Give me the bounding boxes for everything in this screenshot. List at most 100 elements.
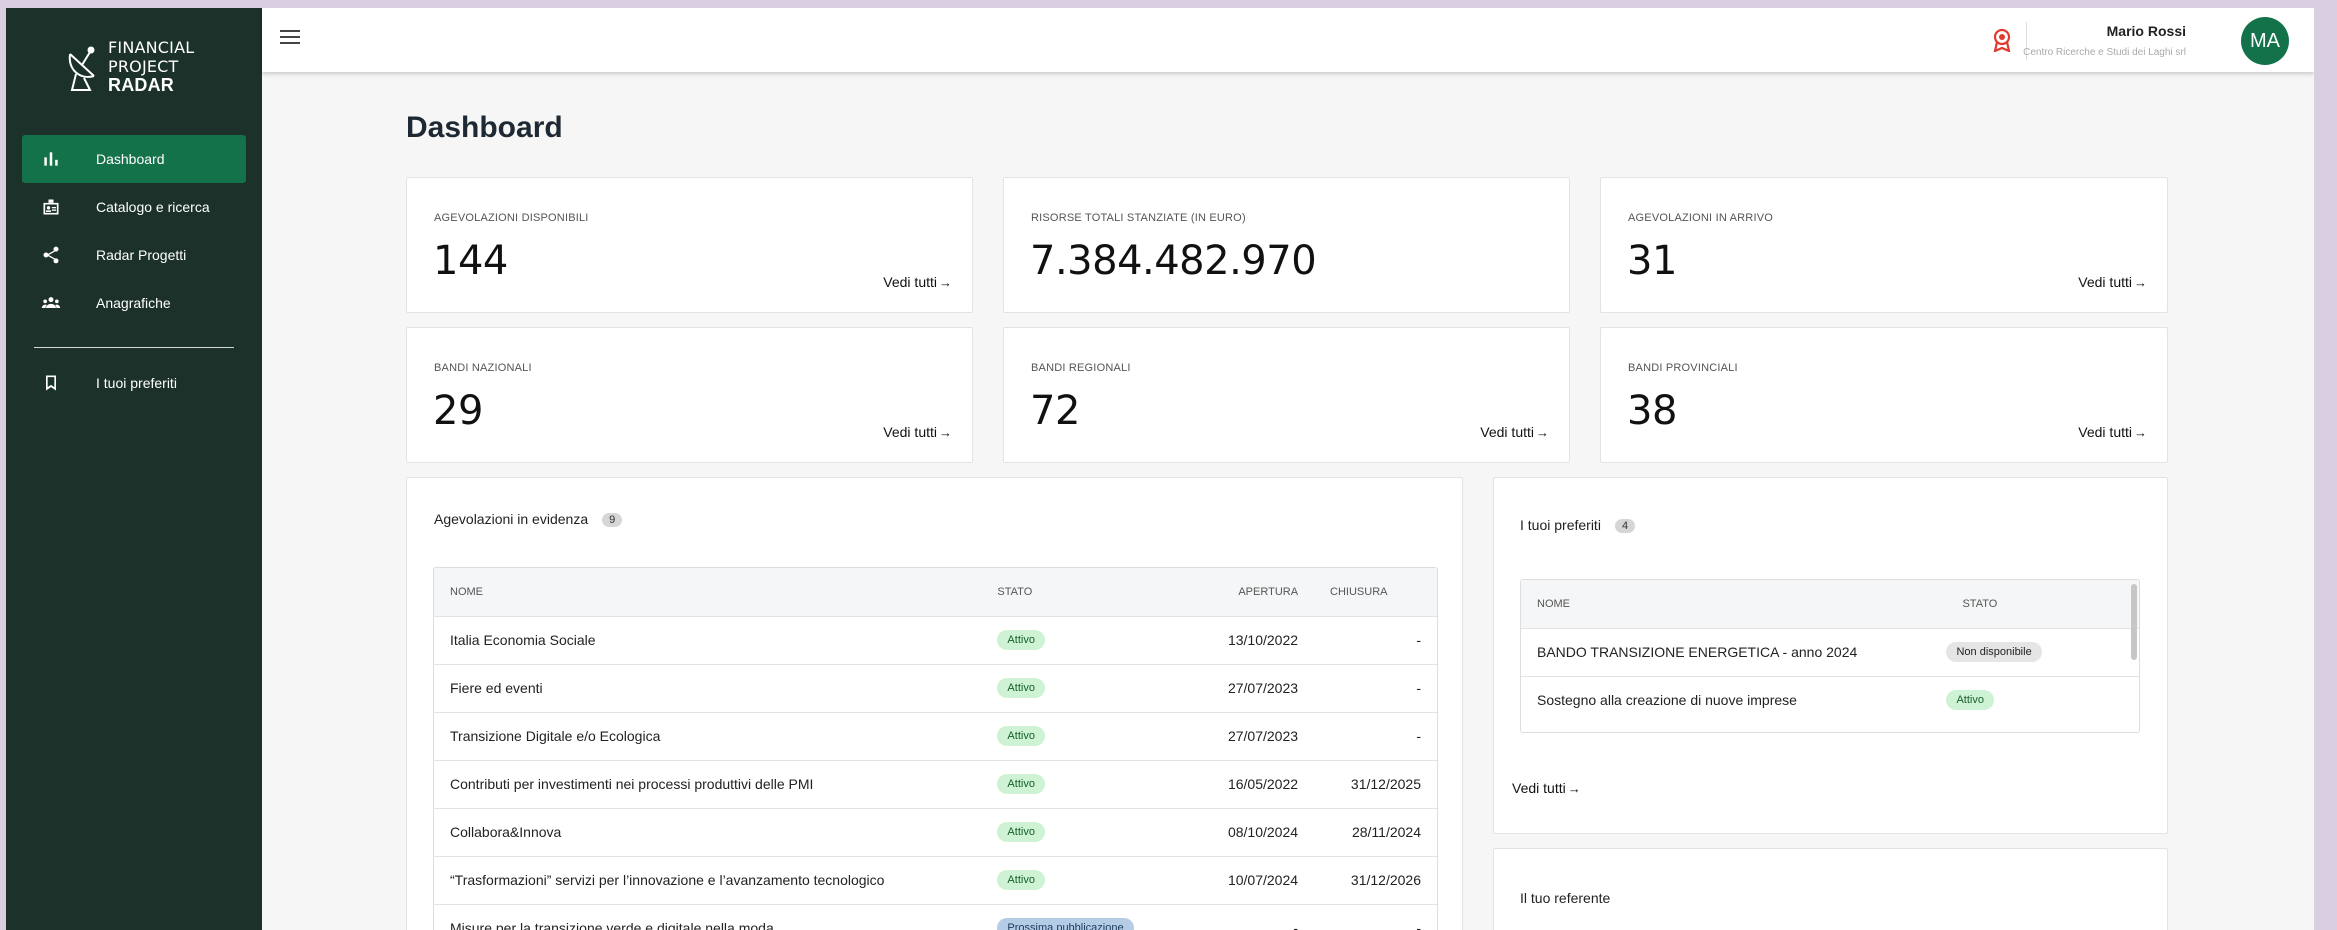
referent-title: Il tuo referente: [1520, 890, 1611, 906]
grant-name[interactable]: Collabora&Innova: [434, 807, 982, 856]
favorite-name[interactable]: Sostegno alla creazione di nuove imprese: [1521, 675, 1947, 724]
arrow-right-icon: →: [939, 425, 952, 440]
table-row[interactable]: Collabora&Innova Attivo 08/10/2024 28/11/20…: [434, 807, 1437, 856]
stat-value: 38: [1627, 388, 1677, 434]
status-badge: Attivo: [1946, 690, 1994, 711]
arrow-right-icon: →: [939, 275, 952, 290]
column-header[interactable]: NOME: [1521, 580, 1946, 628]
grant-name[interactable]: Misure per la transizione verde e digita…: [434, 903, 982, 930]
view-all-link[interactable]: Vedi tutti →: [1512, 780, 1581, 796]
table-row[interactable]: Fiere ed eventi Attivo 27/07/2023-: [434, 663, 1437, 712]
grant-name[interactable]: “Trasformazioni” servizi per l’innovazio…: [434, 855, 982, 904]
grant-name[interactable]: Italia Economia Sociale: [434, 615, 982, 664]
featured-table: NOME STATO APERTURA CHIUSURA Italia Econ…: [433, 567, 1438, 930]
status-badge: Attivo: [997, 678, 1045, 698]
view-all-link[interactable]: Vedi tutti →: [883, 424, 952, 440]
opening-date: 27/07/2023: [1194, 663, 1315, 712]
column-header[interactable]: CHIUSURA: [1314, 568, 1437, 616]
opening-date: 10/07/2024: [1194, 855, 1315, 904]
menu-icon[interactable]: [280, 30, 300, 46]
favorites-title: I tuoi preferiti 4: [1520, 517, 1636, 533]
sidebar-item-label: Dashboard: [96, 151, 165, 167]
column-header[interactable]: STATO: [981, 568, 1194, 616]
column-header[interactable]: APERTURA: [1194, 568, 1314, 616]
sidebar-item-preferiti[interactable]: I tuoi preferiti: [22, 359, 246, 407]
stat-card-bandi-provinciali: BANDI PROVINCIALI 38 Vedi tutti →: [1600, 327, 2168, 463]
featured-grants-card: Agevolazioni in evidenza 9 NOME STATO APE…: [406, 477, 1463, 930]
view-all-link[interactable]: Vedi tutti →: [883, 274, 952, 290]
stat-label: AGEVOLAZIONI IN ARRIVO: [1628, 212, 1773, 224]
table-row[interactable]: Sostegno alla creazione di nuove imprese…: [1521, 675, 2139, 724]
sidebar-item-anagrafiche[interactable]: Anagrafiche: [22, 279, 246, 327]
opening-date: 27/07/2023: [1194, 711, 1315, 760]
column-header[interactable]: STATO: [1946, 580, 2139, 628]
closing-date: 28/11/2024: [1314, 807, 1437, 856]
award-icon[interactable]: [1991, 28, 2013, 52]
satellite-dish-icon: [68, 46, 95, 91]
view-all-link[interactable]: Vedi tutti →: [2078, 274, 2147, 290]
avatar[interactable]: MA: [2241, 17, 2289, 65]
table-header-row: NOME STATO APERTURA CHIUSURA: [434, 568, 1437, 616]
status-badge: Attivo: [997, 774, 1045, 794]
grant-name[interactable]: Fiere ed eventi: [434, 663, 982, 712]
closing-date: 31/12/2026: [1314, 855, 1437, 904]
table-row[interactable]: Misure per la transizione verde e digita…: [434, 903, 1437, 930]
table-row[interactable]: “Trasformazioni” servizi per l’innovazio…: [434, 855, 1437, 904]
share-icon: [40, 244, 62, 266]
stat-value: 7.384.482.970: [1030, 238, 1317, 284]
status-badge: Prossima pubblicazione: [997, 918, 1134, 930]
scrollbar[interactable]: [2131, 584, 2137, 660]
table-header-row: NOME STATO: [1521, 580, 2139, 628]
page-title: Dashboard: [406, 111, 563, 144]
table-row[interactable]: Italia Economia Sociale Attivo 13/10/2022-: [434, 615, 1437, 664]
favorites-table: NOME STATO BANDO TRANSIZIONE ENERGETICA …: [1520, 579, 2140, 733]
stat-card-bandi-nazionali: BANDI NAZIONALI 29 Vedi tutti →: [406, 327, 973, 463]
stat-card-agevolazioni-in-arrivo: AGEVOLAZIONI IN ARRIVO 31 Vedi tutti →: [1600, 177, 2168, 313]
arrow-right-icon: →: [2134, 275, 2147, 290]
app-window: FINANCIAL PROJECT RADAR Dashboard Catalo…: [6, 8, 2314, 930]
arrow-right-icon: →: [1567, 781, 1581, 796]
closing-date: -: [1314, 663, 1437, 712]
user-name[interactable]: Mario Rossi: [2107, 23, 2186, 39]
sidebar-item-dashboard[interactable]: Dashboard: [22, 135, 246, 183]
sidebar-nav: Dashboard Catalogo e ricerca Radar Proge…: [22, 135, 246, 407]
status-badge: Attivo: [997, 630, 1045, 650]
stat-card-risorse-totali: RISORSE TOTALI STANZIATE (IN EURO) 7.384…: [1003, 177, 1570, 313]
status-badge: Non disponibile: [1946, 642, 2042, 662]
stat-label: RISORSE TOTALI STANZIATE (IN EURO): [1031, 212, 1246, 224]
sidebar-item-catalogo[interactable]: Catalogo e ricerca: [22, 183, 246, 231]
stat-value: 144: [433, 238, 508, 284]
app-logo[interactable]: FINANCIAL PROJECT RADAR: [64, 38, 194, 95]
closing-date: -: [1314, 903, 1437, 930]
sidebar-item-label: I tuoi preferiti: [96, 375, 177, 391]
favorites-card: I tuoi preferiti 4 NOME STATO BANDO TRANS…: [1493, 477, 2168, 834]
closing-date: 31/12/2025: [1314, 759, 1437, 808]
people-icon: [40, 292, 62, 314]
opening-date: 13/10/2022: [1194, 615, 1315, 664]
grant-name[interactable]: Transizione Digitale e/o Ecologica: [434, 711, 982, 760]
status-badge: Attivo: [997, 726, 1045, 746]
sidebar: FINANCIAL PROJECT RADAR Dashboard Catalo…: [6, 8, 262, 930]
grant-name[interactable]: Contributi per investimenti nei processi…: [434, 759, 982, 808]
table-row[interactable]: Contributi per investimenti nei processi…: [434, 759, 1437, 808]
bar-chart-icon: [40, 148, 62, 170]
stat-label: AGEVOLAZIONI DISPONIBILI: [434, 212, 589, 224]
bookmark-icon: [40, 372, 62, 394]
user-organization: Centro Ricerche e Studi dei Laghi srl: [2023, 47, 2186, 58]
column-header[interactable]: NOME: [434, 568, 981, 616]
sidebar-divider: [34, 347, 234, 348]
view-all-link[interactable]: Vedi tutti →: [2078, 424, 2147, 440]
stat-label: BANDI NAZIONALI: [434, 362, 532, 374]
stat-label: BANDI REGIONALI: [1031, 362, 1131, 374]
table-row[interactable]: BANDO TRANSIZIONE ENERGETICA - anno 2024…: [1521, 627, 2139, 676]
status-badge: Attivo: [997, 822, 1045, 842]
view-all-link[interactable]: Vedi tutti →: [1480, 424, 1549, 440]
opening-date: 08/10/2024: [1194, 807, 1315, 856]
opening-date: -: [1194, 903, 1315, 930]
opening-date: 16/05/2022: [1194, 759, 1315, 808]
sidebar-item-radar-progetti[interactable]: Radar Progetti: [22, 231, 246, 279]
favorite-name[interactable]: BANDO TRANSIZIONE ENERGETICA - anno 2024: [1521, 627, 1947, 676]
stat-value: 31: [1627, 238, 1677, 284]
stat-value: 29: [433, 388, 483, 434]
table-row[interactable]: Transizione Digitale e/o Ecologica Attivo…: [434, 711, 1437, 760]
